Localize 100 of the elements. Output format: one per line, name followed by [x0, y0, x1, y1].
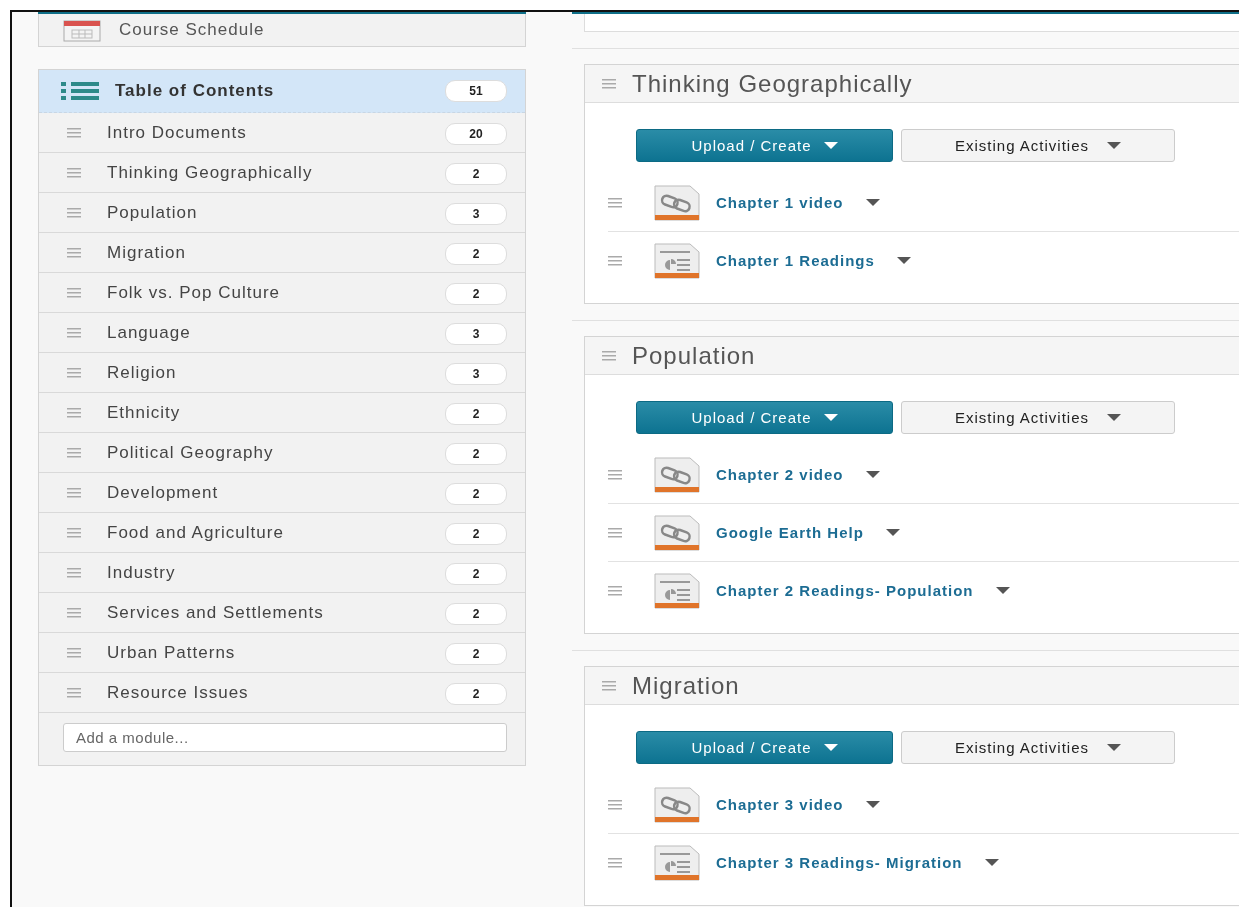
drag-handle-icon[interactable]	[67, 487, 81, 498]
module-item[interactable]: Folk vs. Pop Culture 2	[39, 273, 525, 313]
presentation-file-icon	[654, 242, 700, 279]
presentation-file-icon	[654, 572, 700, 609]
drag-handle-icon[interactable]	[67, 287, 81, 298]
drag-handle-icon[interactable]	[608, 799, 622, 810]
caret-icon	[885, 528, 900, 537]
drag-handle-icon[interactable]	[602, 350, 616, 361]
existing-activities-button[interactable]: Existing Activities	[901, 731, 1175, 764]
module-item[interactable]: Industry 2	[39, 553, 525, 593]
course-schedule-link[interactable]: Course Schedule	[38, 14, 526, 47]
drag-handle-icon[interactable]	[67, 327, 81, 338]
item-count: 2	[445, 443, 507, 465]
section-title: Migration	[632, 671, 740, 700]
item-count: 2	[445, 683, 507, 705]
drag-handle-icon[interactable]	[67, 567, 81, 578]
module-item[interactable]: Migration 2	[39, 233, 525, 273]
drag-handle-icon[interactable]	[608, 255, 622, 266]
table-of-contents-label: Table of Contents	[115, 81, 276, 101]
module-label: Urban Patterns	[107, 642, 237, 664]
caret-icon	[865, 470, 880, 479]
activity-link[interactable]: Chapter 2 Readings- Population	[716, 582, 974, 599]
link-file-icon	[654, 786, 700, 823]
link-file-icon	[654, 456, 700, 493]
caret-icon	[865, 800, 880, 809]
item-count: 3	[445, 203, 507, 225]
drag-handle-icon[interactable]	[67, 447, 81, 458]
item-count: 2	[445, 243, 507, 265]
drag-handle-icon[interactable]	[67, 367, 81, 378]
activity-link[interactable]: Chapter 3 Readings- Migration	[716, 854, 963, 871]
item-count: 20	[445, 123, 507, 145]
add-module-field[interactable]: Add a module...	[63, 723, 507, 752]
caret-icon	[823, 743, 838, 752]
module-item[interactable]: Ethnicity 2	[39, 393, 525, 433]
module-item[interactable]: Language 3	[39, 313, 525, 353]
module-label: Language	[107, 322, 192, 344]
item-count: 2	[445, 163, 507, 185]
drag-handle-icon[interactable]	[67, 687, 81, 698]
item-count: 2	[445, 283, 507, 305]
item-count: 3	[445, 363, 507, 385]
item-count: 2	[445, 603, 507, 625]
module-item[interactable]: Political Geography 2	[39, 433, 525, 473]
module-label: Migration	[107, 242, 187, 264]
caret-icon	[823, 413, 838, 422]
module-label: Population	[107, 202, 199, 224]
module-item[interactable]: Services and Settlements 2	[39, 593, 525, 633]
module-item[interactable]: Urban Patterns 2	[39, 633, 525, 673]
module-label: Development	[107, 482, 220, 504]
drag-handle-icon[interactable]	[67, 407, 81, 418]
drag-handle-icon[interactable]	[608, 585, 622, 596]
module-label: Political Geography	[107, 442, 275, 464]
course-schedule-label: Course Schedule	[119, 20, 265, 40]
module-item[interactable]: Development 2	[39, 473, 525, 513]
module-label: Thinking Geographically	[107, 162, 314, 184]
drag-handle-icon[interactable]	[602, 78, 616, 89]
module-label: Services and Settlements	[107, 602, 325, 624]
module-label: Intro Documents	[107, 122, 248, 144]
drag-handle-icon[interactable]	[602, 680, 616, 691]
module-item[interactable]: Resource Issues 2	[39, 673, 525, 713]
module-item[interactable]: Religion 3	[39, 353, 525, 393]
module-label: Food and Agriculture	[107, 522, 285, 544]
drag-handle-icon[interactable]	[608, 527, 622, 538]
calendar-icon	[63, 18, 101, 42]
module-item[interactable]: Food and Agriculture 2	[39, 513, 525, 553]
activity-link[interactable]: Chapter 2 video	[716, 466, 844, 483]
caret-icon	[823, 141, 838, 150]
drag-handle-icon[interactable]	[67, 207, 81, 218]
module-label: Religion	[107, 362, 178, 384]
drag-handle-icon[interactable]	[608, 197, 622, 208]
module-label: Folk vs. Pop Culture	[107, 282, 282, 304]
drag-handle-icon[interactable]	[67, 167, 81, 178]
list-icon	[61, 82, 99, 100]
drag-handle-icon[interactable]	[67, 247, 81, 258]
module-item[interactable]: Population 3	[39, 193, 525, 233]
table-of-contents-item[interactable]: Table of Contents 51	[39, 70, 525, 113]
caret-icon	[1107, 413, 1121, 422]
drag-handle-icon[interactable]	[608, 469, 622, 480]
activity-link[interactable]: Chapter 3 video	[716, 796, 844, 813]
drag-handle-icon[interactable]	[608, 857, 622, 868]
existing-activities-button[interactable]: Existing Activities	[901, 129, 1175, 162]
upload-create-button[interactable]: Upload / Create	[636, 401, 893, 434]
caret-icon	[865, 198, 880, 207]
item-count: 51	[445, 80, 507, 102]
item-count: 2	[445, 403, 507, 425]
caret-icon	[1107, 743, 1121, 752]
module-item[interactable]: Thinking Geographically 2	[39, 153, 525, 193]
activity-link[interactable]: Chapter 1 video	[716, 194, 844, 211]
existing-activities-button[interactable]: Existing Activities	[901, 401, 1175, 434]
activity-link[interactable]: Chapter 1 Readings	[716, 252, 875, 269]
activity-link[interactable]: Google Earth Help	[716, 524, 864, 541]
drag-handle-icon[interactable]	[67, 647, 81, 658]
upload-create-button[interactable]: Upload / Create	[636, 731, 893, 764]
drag-handle-icon[interactable]	[67, 127, 81, 138]
link-file-icon	[654, 184, 700, 221]
item-count: 2	[445, 563, 507, 585]
module-item[interactable]: Intro Documents 20	[39, 113, 525, 153]
drag-handle-icon[interactable]	[67, 607, 81, 618]
upload-create-button[interactable]: Upload / Create	[636, 129, 893, 162]
section-title: Population	[632, 341, 756, 370]
drag-handle-icon[interactable]	[67, 527, 81, 538]
